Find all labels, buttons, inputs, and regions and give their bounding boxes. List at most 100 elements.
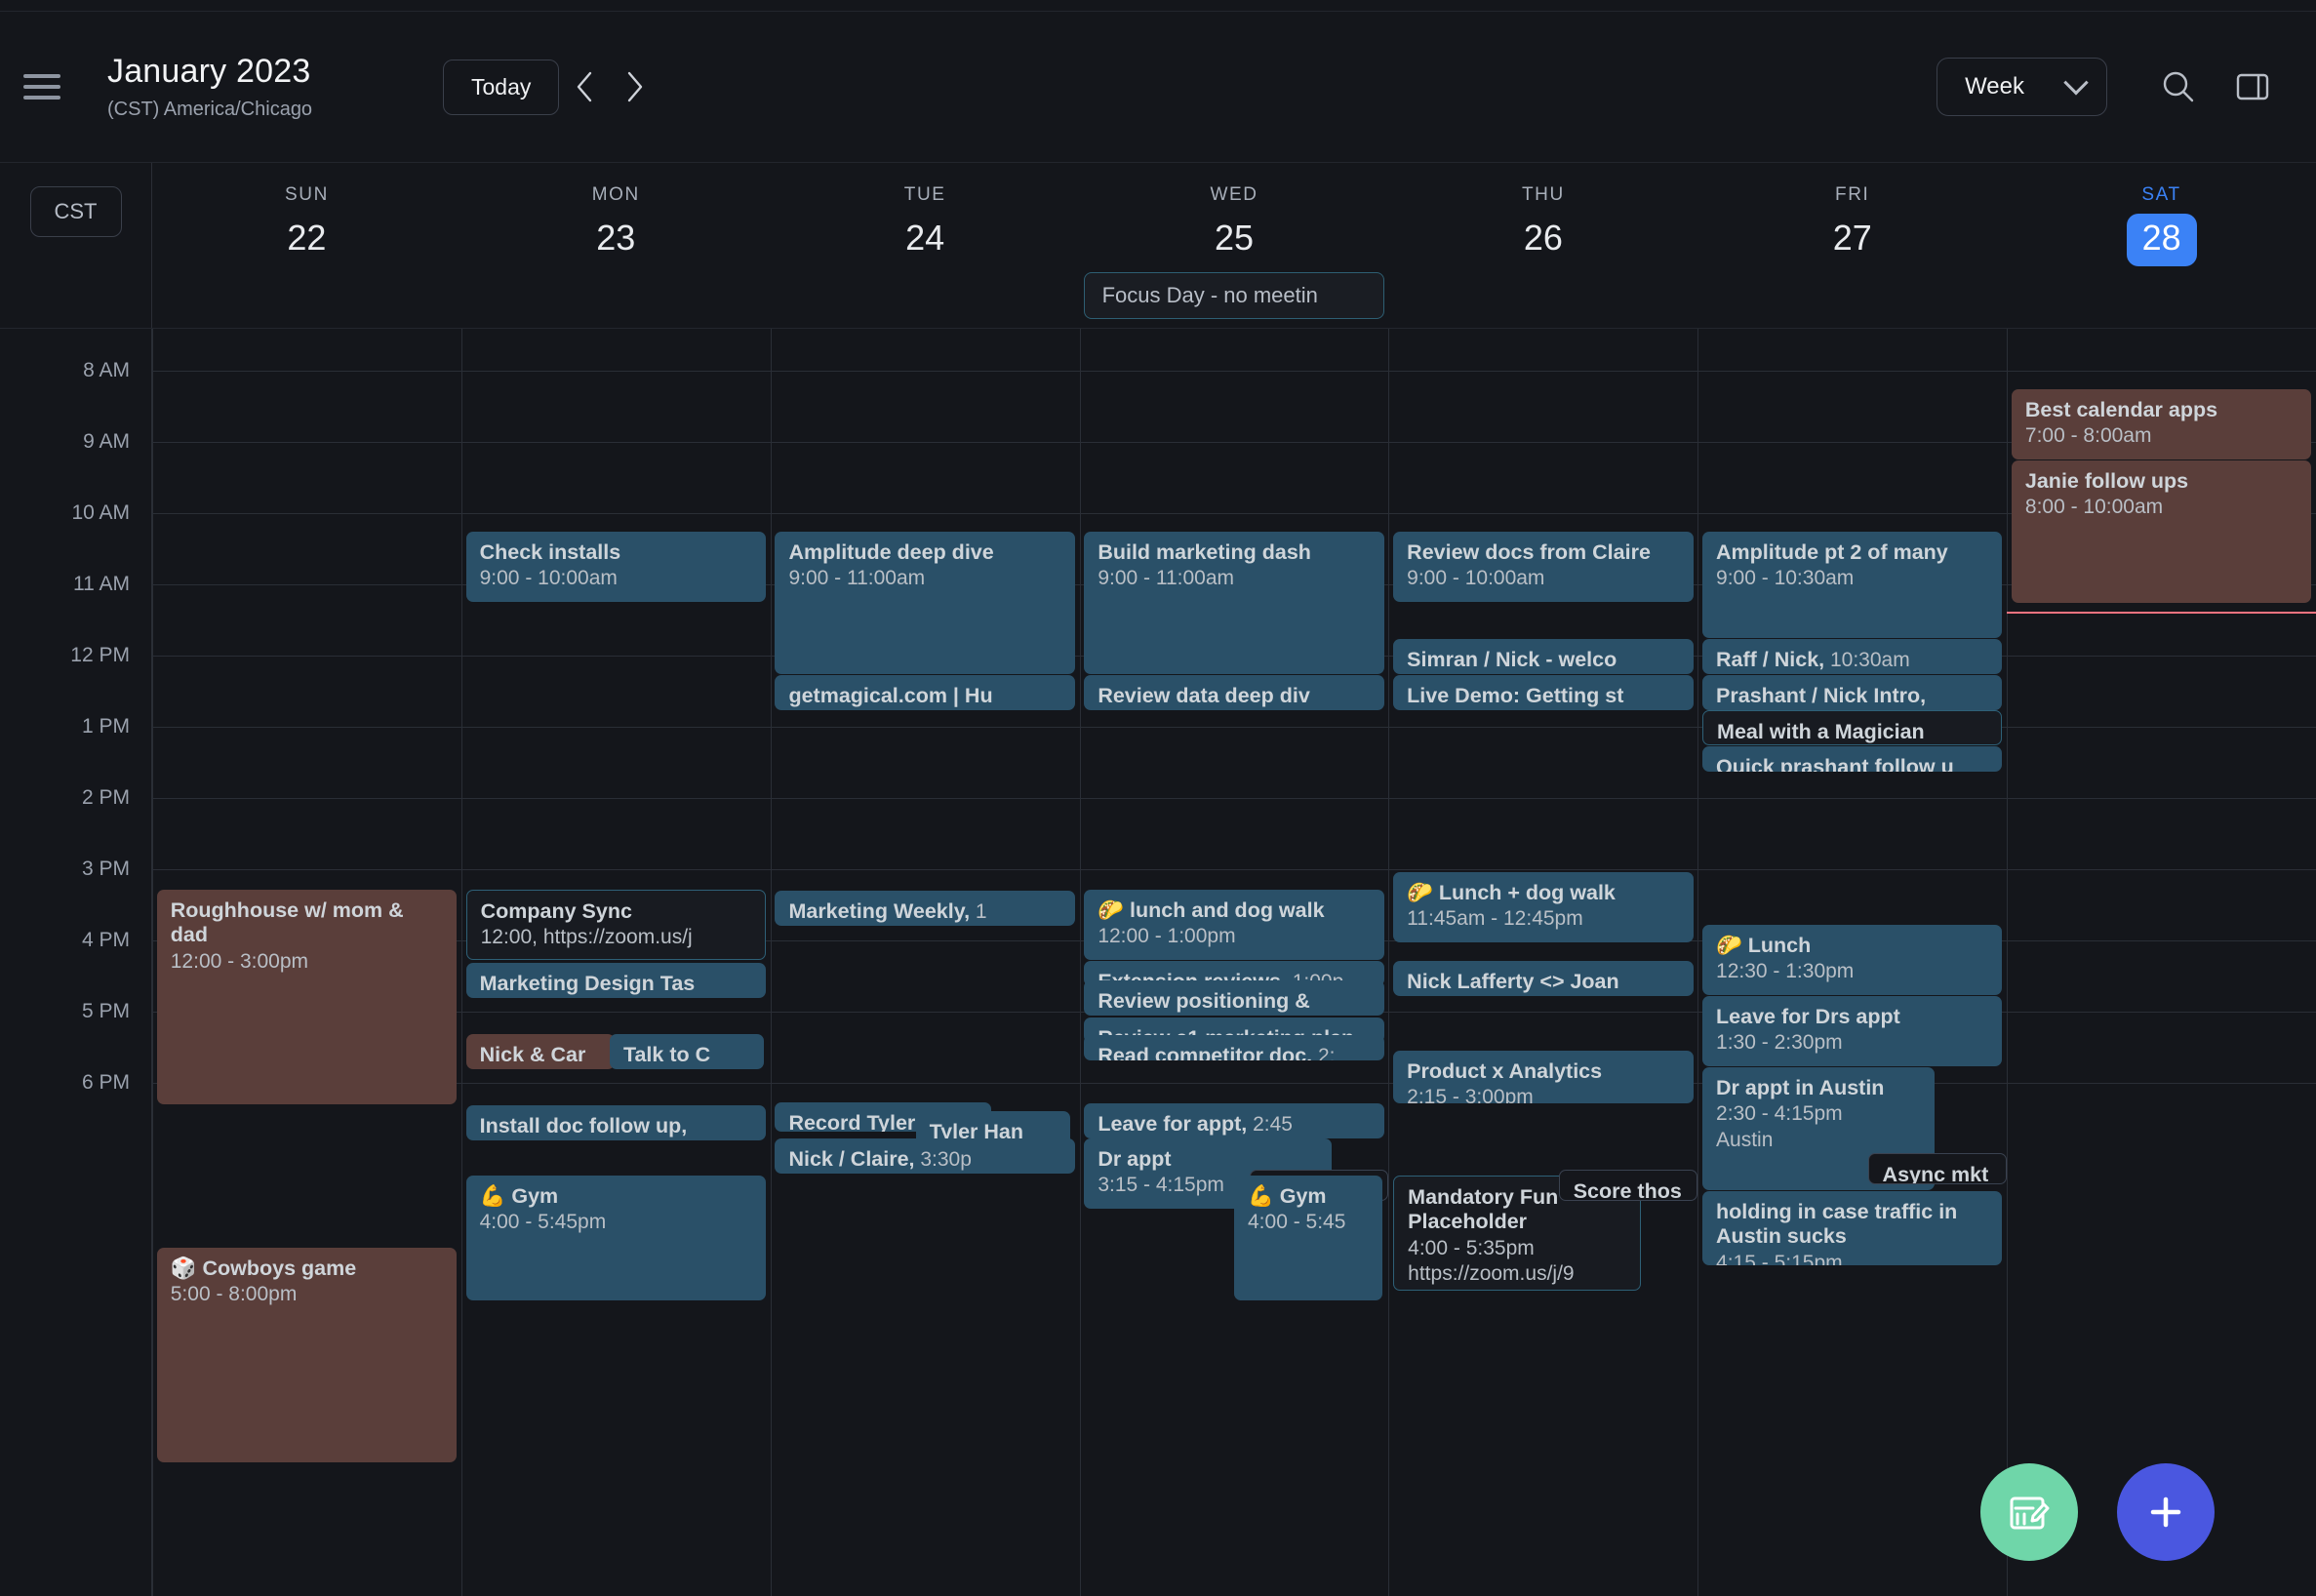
- calendar-event[interactable]: Prashant / Nick Intro,: [1702, 675, 2003, 710]
- event-time: 9:00 - 10:30am: [1716, 567, 1855, 590]
- calendar-event[interactable]: Marketing Weekly, 1: [775, 891, 1075, 926]
- calendar-event[interactable]: 🌮 Lunch + dog walk 11:45am - 12:45pm: [1393, 872, 1694, 942]
- hamburger-icon[interactable]: [23, 65, 66, 108]
- day-column-header-sun[interactable]: SUN 22: [152, 163, 461, 328]
- hour-gridline: [152, 371, 2316, 372]
- time-label: 3 PM: [81, 858, 130, 880]
- timezone-subtitle: (CST) America/Chicago: [107, 99, 313, 120]
- calendar-event[interactable]: 🎲 Cowboys game 5:00 - 8:00pm: [156, 1248, 458, 1462]
- search-button[interactable]: [2150, 59, 2207, 115]
- day-column-header-thu[interactable]: THU 26: [1388, 163, 1697, 328]
- prev-week-button[interactable]: [559, 61, 610, 112]
- day-separator: [152, 329, 153, 1596]
- all-day-event[interactable]: Focus Day - no meetin: [1083, 272, 1385, 319]
- calendar-event[interactable]: Amplitude deep dive 9:00 - 11:00am: [775, 532, 1075, 674]
- calendar-event[interactable]: 💪 Gym 4:00 - 5:45pm: [465, 1176, 766, 1300]
- day-of-week-label: WED: [1210, 184, 1258, 205]
- calendar-event[interactable]: Janie follow ups 8:00 - 10:00am: [2011, 460, 2312, 603]
- view-mode-select[interactable]: Week: [1937, 58, 2107, 116]
- day-separator: [1388, 329, 1390, 1596]
- event-title: Dr appt: [1098, 1147, 1172, 1171]
- event-title: 💪 Gym: [1248, 1184, 1327, 1208]
- hamburger-bar: [23, 85, 60, 89]
- event-time-inline: 3:30p: [914, 1148, 972, 1171]
- event-time: 4:00 - 5:35pm: [1408, 1236, 1535, 1259]
- calendar-event[interactable]: Nick / Claire, 3:30p: [775, 1138, 1075, 1174]
- calendar-event[interactable]: 🌮 Lunch 12:30 - 1:30pm: [1702, 925, 2003, 995]
- event-title: Marketing Weekly, 1: [788, 899, 987, 923]
- calendar-event[interactable]: Company Sync 12:00, https://zoom.us/j: [465, 890, 766, 960]
- calendar-event[interactable]: Product x Analytics 2:15 - 3:00pm: [1393, 1051, 1694, 1103]
- calendar-event[interactable]: Best calendar apps 7:00 - 8:00am: [2011, 389, 2312, 459]
- calendar-event[interactable]: Amplitude pt 2 of many 9:00 - 10:30am: [1702, 532, 2003, 638]
- day-columns-header: SUN 22 MON 23 TUE 24 WED 25 Focus Day - no meeti…: [152, 163, 2316, 328]
- event-title: 💪 Gym: [479, 1184, 559, 1208]
- event-time: 9:00 - 10:00am: [1407, 567, 1545, 590]
- event-title: Quick prashant follow u: [1716, 755, 1954, 772]
- calendar-event[interactable]: Score thos: [1558, 1170, 1698, 1201]
- event-time: 4:15 - 5:15pm: [1716, 1251, 1843, 1265]
- event-title: Leave for appt, 2:45: [1098, 1112, 1293, 1136]
- day-separator: [460, 329, 462, 1596]
- event-title: Install doc follow up,: [479, 1114, 688, 1137]
- day-number: 27: [1832, 218, 1872, 258]
- day-of-week-label: MON: [591, 184, 640, 205]
- quick-note-button[interactable]: [1980, 1463, 2078, 1561]
- calendar-event[interactable]: Nick Lafferty <> Joan: [1393, 961, 1694, 996]
- events-canvas[interactable]: Roughhouse w/ mom & dad 12:00 - 3:00pm 🎲 C…: [152, 329, 2316, 1596]
- calendar-event[interactable]: Live Demo: Getting st: [1393, 675, 1694, 710]
- time-label: 2 PM: [81, 786, 130, 809]
- event-title: Nick / Claire, 3:30p: [788, 1147, 972, 1171]
- calendar-event[interactable]: getmagical.com | Hu: [775, 675, 1075, 710]
- calendar-event[interactable]: Quick prashant follow u: [1702, 746, 2003, 772]
- calendar-event[interactable]: Read competitor doc, 2:: [1084, 1035, 1384, 1060]
- calendar-event[interactable]: Raff / Nick, 10:30am: [1702, 639, 2003, 674]
- calendar-event[interactable]: Async mkt: [1867, 1153, 2008, 1184]
- day-column-header-sat[interactable]: SAT 28: [2007, 163, 2316, 328]
- event-title: Review docs from Claire: [1407, 540, 1651, 564]
- timezone-chip[interactable]: CST: [29, 186, 122, 237]
- calendar-event[interactable]: Install doc follow up,: [465, 1105, 766, 1140]
- calendar-event[interactable]: Leave for appt, 2:45: [1084, 1103, 1384, 1138]
- today-button[interactable]: Today: [443, 59, 560, 115]
- calendar-event[interactable]: Review docs from Claire 9:00 - 10:00am: [1393, 532, 1694, 602]
- next-week-button[interactable]: [610, 61, 660, 112]
- event-time: 12:00 - 3:00pm: [170, 949, 309, 973]
- calendar-event[interactable]: Roughhouse w/ mom & dad 12:00 - 3:00pm: [156, 890, 458, 1104]
- day-column-header-tue[interactable]: TUE 24: [771, 163, 1080, 328]
- calendar-event[interactable]: Review positioning &: [1084, 980, 1384, 1016]
- calendar-event[interactable]: Leave for Drs appt 1:30 - 2:30pm: [1702, 996, 2003, 1066]
- day-number: 26: [1523, 218, 1563, 258]
- event-title: Nick & Car: [479, 1043, 586, 1066]
- event-title: Review positioning &: [1098, 989, 1310, 1013]
- calendar-event[interactable]: Build marketing dash 9:00 - 11:00am: [1084, 532, 1384, 674]
- hour-gridline: [152, 1083, 2316, 1084]
- event-title: Talk to C: [622, 1043, 711, 1066]
- time-label: 8 AM: [83, 359, 130, 381]
- event-time: 5:00 - 8:00pm: [170, 1283, 298, 1306]
- calendar-event[interactable]: Simran / Nick - welco: [1393, 639, 1694, 674]
- calendar-event[interactable]: holding in case traffic in Austin sucks 4…: [1702, 1191, 2003, 1265]
- calendar-event[interactable]: 🌮 lunch and dog walk 12:00 - 1:00pm: [1084, 890, 1384, 960]
- event-time-inline: 1: [970, 900, 987, 923]
- event-title: Company Sync: [480, 899, 632, 923]
- calendar-event[interactable]: Check installs 9:00 - 10:00am: [465, 532, 766, 602]
- note-edit-icon: [2010, 1496, 2050, 1530]
- day-column-header-fri[interactable]: FRI 27: [1697, 163, 2007, 328]
- calendar-event[interactable]: Meal with a Magician: [1702, 710, 2003, 745]
- calendar-event[interactable]: Review data deep div: [1084, 675, 1384, 710]
- calendar-event[interactable]: Talk to C: [609, 1034, 765, 1069]
- calendar-event[interactable]: 💪 Gym 4:00 - 5:45: [1234, 1176, 1383, 1300]
- event-title: Async mkt: [1882, 1163, 1989, 1184]
- calendar-event[interactable]: Marketing Design Tas: [465, 963, 766, 998]
- day-column-header-mon[interactable]: MON 23: [461, 163, 771, 328]
- toggle-side-panel-button[interactable]: [2224, 59, 2281, 115]
- create-event-button[interactable]: [2117, 1463, 2215, 1561]
- day-separator: [770, 329, 772, 1596]
- event-title: Build marketing dash: [1098, 540, 1311, 564]
- event-title: Leave for Drs appt: [1716, 1005, 1900, 1028]
- event-title: 🌮 Lunch + dog walk: [1407, 881, 1616, 904]
- day-header-row: CST SUN 22 MON 23 TUE 24 WED 25 Focus Day - no m…: [0, 163, 2316, 329]
- day-column-header-wed[interactable]: WED 25 Focus Day - no meetin: [1080, 163, 1389, 328]
- calendar-event[interactable]: Nick & Car: [465, 1034, 615, 1069]
